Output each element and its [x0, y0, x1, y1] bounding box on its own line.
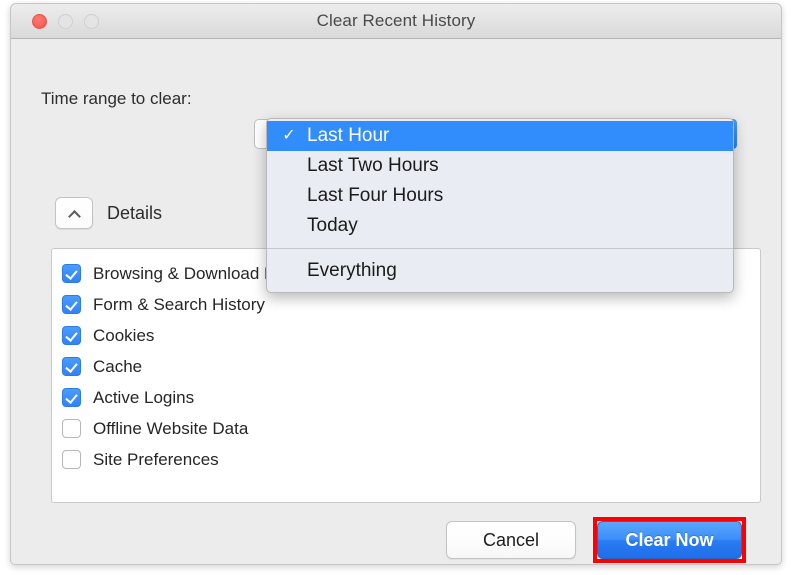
time-range-dropdown-menu[interactable]: ✓ Last Hour Last Two Hours Last Four Hou… — [266, 118, 734, 293]
menu-item-last-two-hours[interactable]: Last Two Hours — [267, 151, 733, 181]
menu-item-today[interactable]: Today — [267, 211, 733, 241]
list-item-label: Site Preferences — [93, 449, 219, 469]
chevron-up-icon — [69, 210, 80, 217]
menu-item-label: Last Hour — [307, 125, 390, 146]
menu-item-everything[interactable]: Everything — [267, 256, 733, 286]
checkbox-unchecked-icon[interactable] — [62, 450, 81, 469]
time-range-row: Time range to clear: — [41, 89, 192, 109]
list-item-label: Cache — [93, 356, 143, 376]
details-disclosure-row[interactable]: Details — [55, 197, 162, 229]
menu-item-label: Today — [307, 215, 358, 236]
dialog-footer-buttons: Cancel Clear Now — [446, 517, 746, 563]
checkbox-unchecked-icon[interactable] — [62, 419, 81, 438]
menu-item-last-four-hours[interactable]: Last Four Hours — [267, 181, 733, 211]
window-titlebar: Clear Recent History — [11, 4, 781, 39]
disclosure-triangle-up-icon[interactable] — [55, 197, 93, 229]
checkbox-checked-icon[interactable] — [62, 264, 81, 283]
clear-now-button[interactable]: Clear Now — [597, 521, 742, 559]
list-item[interactable]: Cookies — [62, 320, 760, 351]
cancel-button[interactable]: Cancel — [446, 521, 576, 559]
clear-recent-history-dialog: Clear Recent History Time range to clear… — [10, 3, 782, 565]
list-item-label: Active Logins — [93, 387, 195, 407]
list-item-label: Cookies — [93, 325, 155, 345]
menu-item-label: Last Two Hours — [307, 155, 439, 176]
menu-item-label: Last Four Hours — [307, 185, 444, 206]
checkbox-checked-icon[interactable] — [62, 326, 81, 345]
checkbox-checked-icon[interactable] — [62, 295, 81, 314]
details-label: Details — [107, 202, 163, 223]
checkmark-icon: ✓ — [282, 127, 296, 144]
list-item[interactable]: Cache — [62, 351, 760, 382]
list-item[interactable]: Site Preferences — [62, 444, 760, 475]
list-item[interactable]: Active Logins — [62, 382, 760, 413]
menu-item-last-hour[interactable]: ✓ Last Hour — [267, 121, 733, 151]
list-item-label: Offline Website Data — [93, 418, 249, 438]
time-range-label: Time range to clear: — [41, 89, 192, 108]
dialog-body: Time range to clear: ✓ Last Hour Last Tw… — [11, 39, 781, 564]
checkbox-checked-icon[interactable] — [62, 388, 81, 407]
list-item[interactable]: Offline Website Data — [62, 413, 760, 444]
menu-item-label: Everything — [307, 260, 397, 281]
list-item[interactable]: Form & Search History — [62, 289, 760, 320]
window-title: Clear Recent History — [316, 11, 476, 30]
clear-now-button-wrapper: Clear Now — [593, 517, 746, 563]
list-item-label: Form & Search History — [93, 294, 265, 314]
checkbox-checked-icon[interactable] — [62, 357, 81, 376]
menu-separator — [267, 248, 733, 249]
